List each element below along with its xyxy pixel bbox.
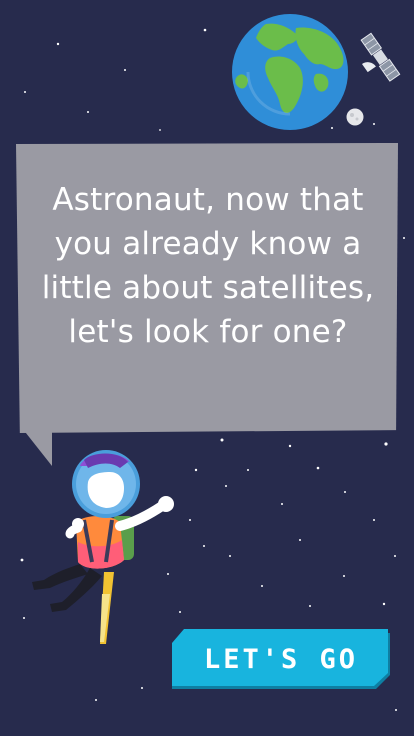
astronaut-character bbox=[32, 450, 174, 644]
earth-globe-icon bbox=[232, 14, 348, 130]
intro-screen: Astronaut, now that you already know a l… bbox=[0, 0, 414, 736]
satellite-icon bbox=[360, 32, 401, 82]
speech-bubble-text: Astronaut, now that you already know a l… bbox=[41, 182, 375, 350]
moon-icon bbox=[346, 108, 364, 126]
lets-go-label: LET'S GO bbox=[203, 644, 359, 675]
lets-go-button[interactable]: LET'S GO bbox=[172, 629, 390, 689]
